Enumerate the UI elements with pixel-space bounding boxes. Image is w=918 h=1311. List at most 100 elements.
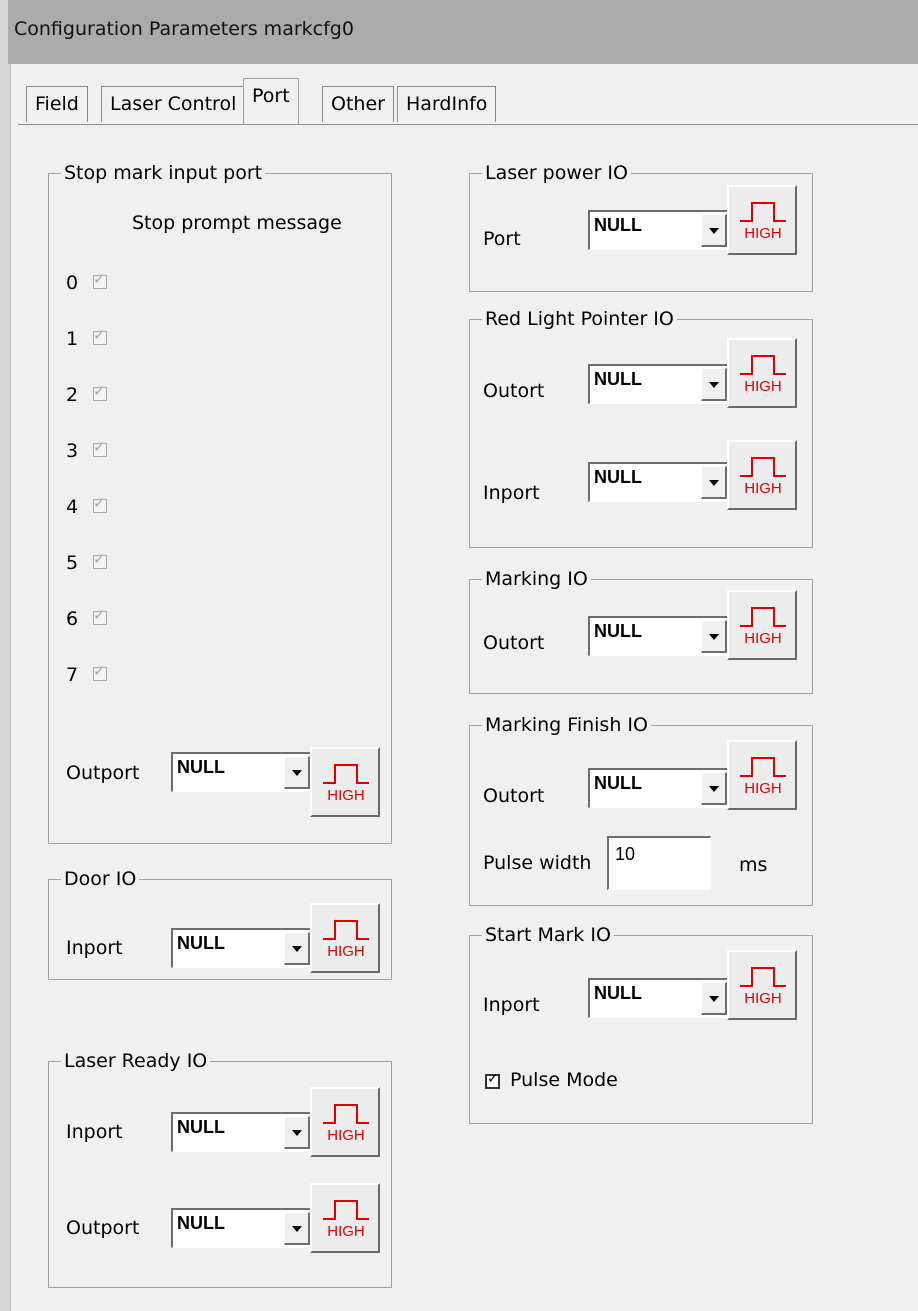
select-value: NULL — [177, 933, 225, 953]
high-label: HIGH — [744, 630, 782, 647]
dropdown-arrow-icon[interactable] — [701, 620, 727, 653]
high-label: HIGH — [327, 787, 365, 804]
port-number: 2 — [66, 384, 79, 406]
port-number: 7 — [66, 664, 79, 686]
select-value: NULL — [594, 983, 642, 1003]
laser-ready-inport-select[interactable]: NULL — [171, 1112, 313, 1152]
select-value: NULL — [177, 1117, 225, 1137]
select-value: NULL — [594, 369, 642, 389]
laser-ready-outport-high-button[interactable]: HIGH — [310, 1183, 380, 1253]
inport-label: Inport — [483, 994, 540, 1016]
dropdown-arrow-icon[interactable] — [284, 1116, 310, 1149]
marking-io-outort-select[interactable]: NULL — [588, 616, 730, 656]
start-mark-inport-select[interactable]: NULL — [588, 978, 730, 1018]
high-label: HIGH — [744, 780, 782, 797]
checkmark-icon: ✓ — [93, 270, 106, 288]
high-label: HIGH — [327, 1223, 365, 1240]
marking-finish-high-button[interactable]: HIGH — [727, 740, 797, 810]
window-title: Configuration Parameters markcfg0 — [14, 18, 354, 40]
red-light-inport-high-button[interactable]: HIGH — [727, 440, 797, 510]
high-pulse-icon: HIGH — [740, 757, 786, 797]
select-value: NULL — [177, 757, 225, 777]
stop-port-7-checkbox[interactable]: ✓ — [93, 662, 107, 681]
group-legend: Marking IO — [485, 568, 588, 590]
tab-field[interactable]: Field — [26, 86, 88, 122]
laser-ready-inport-high-button[interactable]: HIGH — [310, 1087, 380, 1157]
select-value: NULL — [594, 773, 642, 793]
group-legend: Marking Finish IO — [485, 714, 648, 736]
laser-power-port-select[interactable]: NULL — [588, 210, 730, 250]
red-light-outort-select[interactable]: NULL — [588, 364, 730, 404]
high-label: HIGH — [744, 225, 782, 242]
dropdown-arrow-icon[interactable] — [284, 1212, 310, 1245]
inport-label: Inport — [483, 482, 540, 504]
pulse-width-input[interactable]: 10 — [607, 836, 711, 890]
red-light-outort-high-button[interactable]: HIGH — [727, 338, 797, 408]
port-number: 6 — [66, 608, 79, 630]
stop-port-6-checkbox[interactable]: ✓ — [93, 606, 107, 625]
red-light-inport-select[interactable]: NULL — [588, 462, 730, 502]
high-label: HIGH — [327, 1127, 365, 1144]
high-label: HIGH — [744, 990, 782, 1007]
pulse-mode-checkbox[interactable]: ✓ — [485, 1071, 500, 1089]
inport-label: Inport — [66, 1121, 123, 1143]
group-legend: Start Mark IO — [485, 924, 611, 946]
select-value: NULL — [594, 467, 642, 487]
port-label: Port — [483, 228, 521, 250]
high-pulse-icon: HIGH — [323, 920, 369, 960]
tab-label: HardInfo — [406, 93, 488, 115]
tab-port[interactable]: Port — [243, 78, 299, 124]
group-legend: Laser Ready IO — [64, 1050, 208, 1072]
stop-port-1-checkbox[interactable]: ✓ — [93, 326, 107, 345]
dropdown-arrow-icon[interactable] — [701, 772, 727, 805]
high-pulse-icon: HIGH — [740, 202, 786, 242]
checkmark-icon: ✓ — [487, 1071, 499, 1087]
port-number: 4 — [66, 496, 79, 518]
dropdown-arrow-icon[interactable] — [701, 982, 727, 1015]
outport-label: Outport — [66, 762, 140, 784]
stop-port-4-checkbox[interactable]: ✓ — [93, 494, 107, 513]
door-io-high-button[interactable]: HIGH — [310, 903, 380, 973]
high-label: HIGH — [327, 943, 365, 960]
dropdown-arrow-icon[interactable] — [284, 932, 310, 965]
tab-strip-line — [18, 124, 918, 125]
door-io-inport-select[interactable]: NULL — [171, 928, 313, 968]
inport-label: Inport — [66, 937, 123, 959]
tab-label: Field — [35, 93, 79, 115]
marking-finish-outort-select[interactable]: NULL — [588, 768, 730, 808]
checkmark-icon: ✓ — [93, 326, 106, 344]
laser-power-high-button[interactable]: HIGH — [727, 185, 797, 255]
tab-laser-control[interactable]: Laser Control — [101, 86, 246, 122]
stop-port-2-checkbox[interactable]: ✓ — [93, 382, 107, 401]
tab-other[interactable]: Other — [322, 86, 394, 122]
port-number: 5 — [66, 552, 79, 574]
select-value: NULL — [594, 621, 642, 641]
tab-label: Port — [252, 85, 290, 107]
laser-ready-outport-select[interactable]: NULL — [171, 1208, 313, 1248]
stop-mark-outport-select[interactable]: NULL — [171, 752, 313, 792]
dropdown-arrow-icon[interactable] — [284, 756, 310, 789]
dropdown-arrow-icon[interactable] — [701, 214, 727, 247]
group-legend: Door IO — [64, 868, 137, 890]
stop-port-0-checkbox[interactable]: ✓ — [93, 270, 107, 289]
start-mark-high-button[interactable]: HIGH — [727, 950, 797, 1020]
stop-port-3-checkbox[interactable]: ✓ — [93, 438, 107, 457]
high-pulse-icon: HIGH — [323, 1200, 369, 1240]
high-label: HIGH — [744, 480, 782, 497]
marking-io-high-button[interactable]: HIGH — [727, 590, 797, 660]
checkmark-icon: ✓ — [93, 382, 106, 400]
pulse-width-unit: ms — [739, 854, 768, 876]
stop-mark-high-button[interactable]: HIGH — [310, 747, 380, 817]
high-pulse-icon: HIGH — [740, 607, 786, 647]
dropdown-arrow-icon[interactable] — [701, 368, 727, 401]
outport-label: Outport — [66, 1217, 140, 1239]
pulse-mode-label: Pulse Mode — [510, 1069, 618, 1091]
select-value: NULL — [177, 1213, 225, 1233]
pulse-width-label: Pulse width — [483, 852, 592, 874]
high-label: HIGH — [744, 378, 782, 395]
pulse-width-value: 10 — [615, 844, 636, 864]
checkmark-icon: ✓ — [93, 494, 106, 512]
tab-hardinfo[interactable]: HardInfo — [397, 86, 497, 122]
dropdown-arrow-icon[interactable] — [701, 466, 727, 499]
stop-port-5-checkbox[interactable]: ✓ — [93, 550, 107, 569]
